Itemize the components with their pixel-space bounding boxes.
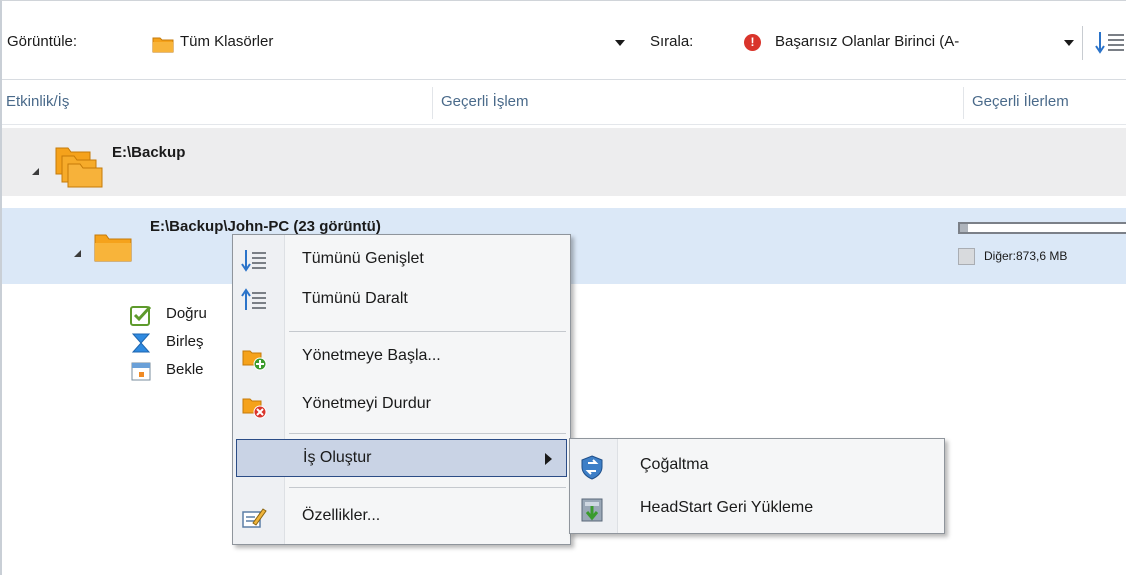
job-label: Birleş — [166, 333, 204, 350]
subgroup-label: E:\Backup\John-PC (23 görüntü) — [150, 218, 381, 235]
folder-icon — [94, 234, 132, 262]
legend-label: Diğer:873,6 MB — [984, 249, 1068, 263]
collapse-triangle-icon[interactable] — [32, 168, 39, 175]
column-header: Etkinlik/İş Geçerli İşlem Geçerli İlerle… — [2, 81, 1126, 125]
toolbar-divider — [1082, 26, 1083, 60]
column-current-operation[interactable]: Geçerli İşlem — [441, 93, 529, 110]
menu-item-label: Yönetmeyi Durdur — [302, 395, 431, 412]
submenu-item-replication[interactable]: Çoğaltma — [573, 446, 941, 486]
menu-item-expand-all[interactable]: Tümünü Genişlet — [236, 241, 567, 279]
menu-item-create-job[interactable]: İş Oluştur — [236, 439, 567, 477]
sort-label: Sırala: — [650, 33, 694, 50]
create-job-submenu: Çoğaltma HeadStart Geri Yükleme — [569, 438, 945, 534]
headstart-restore-icon — [581, 498, 603, 522]
menu-item-label: Özellikler... — [302, 507, 381, 524]
view-label: Görüntüle: — [7, 33, 78, 50]
menu-separator — [289, 433, 566, 434]
menu-item-start-manage[interactable]: Yönetmeye Başla... — [236, 338, 567, 376]
job-label: Bekle — [166, 361, 204, 378]
menu-item-label: Tümünü Daralt — [302, 290, 408, 307]
hourglass-icon — [131, 333, 151, 353]
menu-item-collapse-all[interactable]: Tümünü Daralt — [236, 281, 567, 319]
error-icon: ! — [744, 34, 761, 51]
legend-swatch — [958, 248, 975, 265]
properties-icon — [242, 508, 267, 528]
start-manage-icon — [242, 350, 267, 371]
column-activity-job[interactable]: Etkinlik/İş — [6, 93, 69, 110]
replication-icon — [581, 455, 603, 480]
submenu-item-headstart-restore[interactable]: HeadStart Geri Yükleme — [573, 489, 941, 529]
expand-all-toolbar-icon[interactable] — [1095, 30, 1125, 56]
menu-item-label: Yönetmeye Başla... — [302, 347, 441, 364]
check-icon — [130, 305, 152, 326]
menu-separator — [289, 487, 566, 488]
stop-manage-icon — [242, 398, 267, 419]
group-row[interactable]: E:\Backup — [2, 128, 1126, 196]
progress-fill — [960, 224, 969, 232]
expand-all-icon — [241, 250, 266, 272]
toolbar: Görüntüle: Tüm Klasörler Sırala: ! Başar… — [2, 14, 1126, 80]
calendar-icon — [131, 362, 151, 381]
view-dropdown-arrow-icon[interactable] — [615, 40, 625, 46]
sort-dropdown-arrow-icon[interactable] — [1064, 40, 1074, 46]
column-divider — [963, 87, 964, 119]
menu-item-properties[interactable]: Özellikler... — [236, 498, 567, 536]
progress-bar — [958, 222, 1126, 234]
menu-item-label: Tümünü Genişlet — [302, 250, 424, 267]
submenu-item-label: Çoğaltma — [640, 456, 709, 473]
group-label: E:\Backup — [112, 144, 186, 161]
menu-item-stop-manage[interactable]: Yönetmeyi Durdur — [236, 386, 567, 424]
menu-item-label: İş Oluştur — [303, 449, 372, 466]
sort-select[interactable]: Başarısız Olanlar Birinci (A- — [775, 33, 959, 50]
menu-separator — [289, 331, 566, 332]
collapse-triangle-icon[interactable] — [74, 250, 81, 257]
folder-group-icon — [55, 147, 103, 188]
context-menu: Tümünü Genişlet Tümünü Daralt Yönetmeye … — [232, 234, 571, 545]
submenu-arrow-icon — [545, 453, 552, 465]
collapse-all-icon — [241, 288, 266, 310]
column-current-progress[interactable]: Geçerli İlerlem — [972, 93, 1069, 110]
submenu-item-label: HeadStart Geri Yükleme — [640, 499, 814, 516]
job-label: Doğru — [166, 305, 207, 322]
column-divider — [432, 87, 433, 119]
folder-icon — [152, 37, 174, 53]
view-select[interactable]: Tüm Klasörler — [180, 33, 273, 50]
